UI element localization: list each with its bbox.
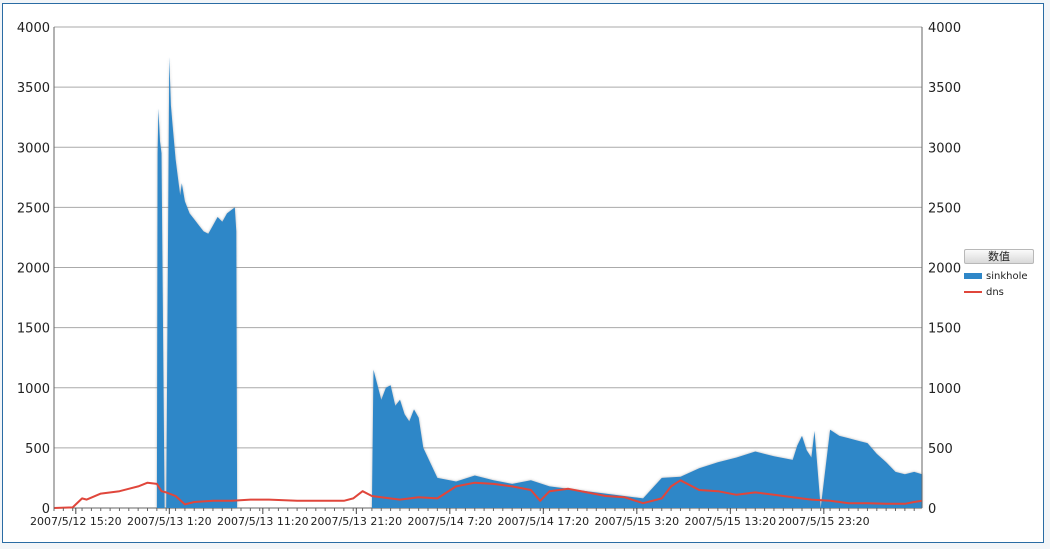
legend-swatch-sinkhole bbox=[964, 273, 982, 279]
y-tick-right-0: 0 bbox=[928, 502, 936, 517]
y-tick-left-500: 500 bbox=[25, 442, 50, 457]
y-tick-right-3500: 3500 bbox=[928, 81, 961, 96]
legend-title-button[interactable]: 数值 bbox=[964, 249, 1034, 264]
x-tick-label-7: 2007/5/15 13:20 bbox=[685, 515, 777, 528]
y-tick-left-2000: 2000 bbox=[17, 262, 50, 277]
x-tick-label-3: 2007/5/13 21:20 bbox=[311, 515, 403, 528]
y-tick-right-2500: 2500 bbox=[928, 201, 961, 216]
legend: 数值 sinkhole dns bbox=[964, 249, 1034, 300]
legend-item-sinkhole: sinkhole bbox=[964, 268, 1034, 284]
y-tick-left-4000: 4000 bbox=[17, 21, 50, 36]
y-tick-left-2500: 2500 bbox=[17, 201, 50, 216]
y-tick-left-3500: 3500 bbox=[17, 81, 50, 96]
sinkhole-series bbox=[54, 57, 922, 508]
x-tick-label-2: 2007/5/13 11:20 bbox=[217, 515, 309, 528]
x-tick-label-6: 2007/5/15 3:20 bbox=[595, 515, 680, 528]
y-tick-right-1000: 1000 bbox=[928, 382, 961, 397]
chart-svg: 0 0500 5001000 10001500 15002000 20002500 2500… bbox=[17, 21, 961, 528]
sinkhole-area bbox=[54, 57, 922, 508]
y-tick-right-500: 500 bbox=[928, 442, 953, 457]
legend-item-dns: dns bbox=[964, 284, 1034, 300]
y-tick-left-1000: 1000 bbox=[17, 382, 50, 397]
y-tick-right-1500: 1500 bbox=[928, 322, 961, 337]
x-tick-label-0: 2007/5/12 15:20 bbox=[30, 515, 122, 528]
x-tick-label-1: 2007/5/13 1:20 bbox=[127, 515, 212, 528]
y-tick-left-1500: 1500 bbox=[17, 322, 50, 337]
chart-frame: 0 0 500 500 1000 1000 1500 1500 2000 2000 2500 2500… bbox=[2, 3, 1044, 543]
x-tick-label-5: 2007/5/14 17:20 bbox=[498, 515, 590, 528]
x-tick-label-8: 2007/5/15 23:20 bbox=[778, 515, 870, 528]
legend-swatch-dns bbox=[964, 291, 982, 293]
legend-label-sinkhole: sinkhole bbox=[986, 270, 1028, 282]
x-tick-label-4: 2007/5/14 7:20 bbox=[408, 515, 493, 528]
legend-label-dns: dns bbox=[986, 286, 1004, 298]
y-tick-right-2000: 2000 bbox=[928, 262, 961, 277]
y-tick-left-3000: 3000 bbox=[17, 141, 50, 156]
y-tick-right-3000: 3000 bbox=[928, 141, 961, 156]
y-tick-right-4000: 4000 bbox=[928, 21, 961, 36]
